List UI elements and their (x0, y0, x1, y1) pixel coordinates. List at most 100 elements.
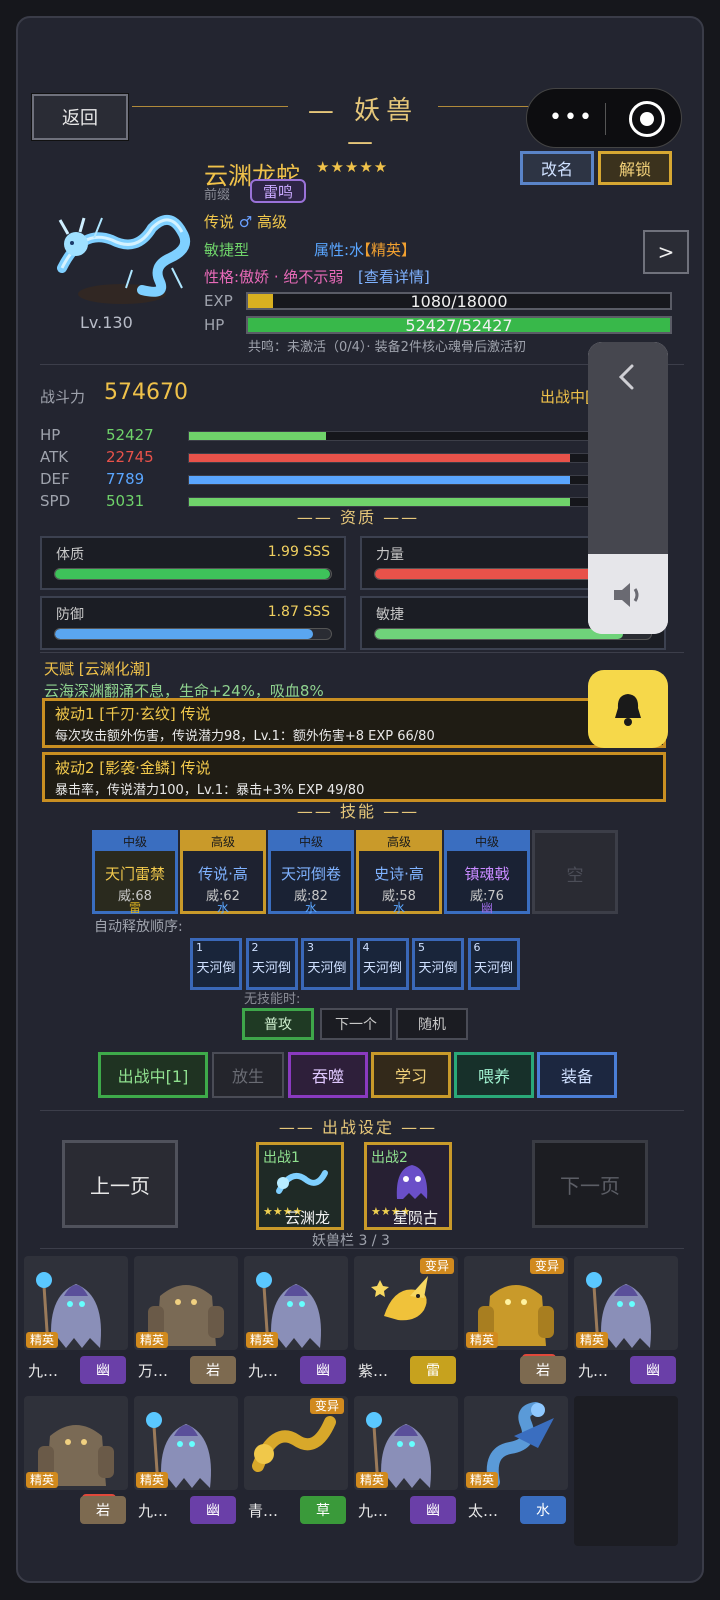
roster-cell[interactable]: 精英 九… 幽 (244, 1256, 348, 1406)
target-icon[interactable] (629, 101, 665, 137)
element-tag: 雷 (410, 1356, 456, 1384)
roster-cell[interactable]: 变异 青… 草 (244, 1396, 348, 1546)
element-tag: 幽 (410, 1496, 456, 1524)
auto-order-slot[interactable]: 3 天河倒 (301, 938, 353, 990)
rename-button[interactable]: 改名 (520, 151, 594, 185)
skill-slot[interactable]: 中级 镇魂戟 威:76 幽 (444, 830, 530, 915)
elite-tag: 精英 (576, 1332, 609, 1348)
order-skill-name: 天河倒 (251, 961, 291, 976)
auto-order-slot[interactable]: 4 天河倒 (356, 938, 409, 990)
devour-button[interactable]: 吞噬 (288, 1052, 368, 1098)
app-frame: 返回 — 妖兽 — ••• 改名 解锁 Lv.130 云渊龙蛇 ★★★★★ 前缀… (16, 16, 704, 1583)
aptitude-name: 体质 (56, 547, 84, 563)
aptitude-name: 防御 (56, 607, 84, 623)
elite-tag: 精英 (26, 1332, 59, 1348)
pet-stars: ★★★★★ (316, 158, 389, 176)
roster-cell[interactable]: 精英 九… 幽 (134, 1396, 238, 1546)
passive-skill-1[interactable]: 被动1 [千刃·玄纹] 传说 每次攻击额外伤害，传说潜力98，Lv.1：额外伤害… (42, 698, 666, 748)
auto-order-slot[interactable]: 5 天河倒 (412, 938, 464, 990)
hp-bar: 52427/52427 (246, 316, 672, 334)
skill-slot[interactable]: 高级 史诗·高 威:58 水 (356, 830, 442, 915)
learn-button[interactable]: 学习 (371, 1052, 451, 1098)
battle-title: 出战设定 (321, 1118, 394, 1137)
prev-page-button[interactable]: 上一页 (62, 1140, 178, 1228)
roster-cell[interactable]: 精英 九… 幽 (574, 1256, 678, 1406)
order-number: 1 (196, 941, 203, 954)
exp-bar: 1080/18000 (246, 292, 672, 310)
element-tag: 岩 (190, 1356, 236, 1384)
chevron-left-icon[interactable] (612, 362, 642, 392)
skill-slot[interactable]: 空 (532, 830, 618, 914)
feed-button[interactable]: 喂养 (454, 1052, 534, 1098)
mode-next[interactable]: 下一个 (320, 1008, 392, 1040)
skill-name: 史诗·高 (374, 865, 424, 883)
mutation-tag: 变异 (529, 1258, 564, 1274)
equip-button[interactable]: 装备 (537, 1052, 617, 1098)
roster-cell[interactable]: 精英变异词1岩 (464, 1256, 568, 1406)
roster-cell[interactable]: 精英 万… 岩 (134, 1256, 238, 1406)
mode-random[interactable]: 随机 (396, 1008, 468, 1040)
elite-tag: 精英 (356, 1472, 389, 1488)
skill-element: 水 (216, 901, 229, 915)
passive-title: 被动1 [千刃·玄纹] 传说 (55, 705, 211, 723)
roster-cell[interactable]: 变异 紫… 雷 (354, 1256, 458, 1406)
skill-grade: 中级 (95, 833, 175, 851)
grade: 高级 (257, 213, 288, 231)
roster-cell[interactable]: 精英 太… 水 (464, 1396, 568, 1546)
passive-desc: 暴击率，传说潜力100，Lv.1：暴击+3% EXP 49/80 (55, 783, 365, 798)
in-battle-button[interactable]: 出战中[1] (98, 1052, 208, 1098)
battle-slot-2[interactable]: 出战2 ★★★★ 星陨古 (364, 1142, 452, 1230)
elite-tag: 精英 (466, 1332, 499, 1348)
auto-order-label: 自动释放顺序: (94, 919, 183, 935)
order-number: 3 (307, 941, 314, 954)
exp-label: EXP (204, 292, 233, 310)
skill-element: 水 (304, 901, 317, 915)
element-tag: 幽 (190, 1496, 236, 1524)
roster-cell[interactable]: 精英词1岩 (24, 1396, 128, 1546)
passive-skill-2[interactable]: 被动2 [影袭·金鳞] 传说 暴击率，传说潜力100，Lv.1：暴击+3% EX… (42, 752, 666, 802)
skill-grade: 中级 (447, 833, 527, 851)
mini-program-capsule: ••• (526, 88, 682, 148)
view-details-link[interactable]: [查看详情] (358, 266, 430, 287)
skill-slot[interactable]: 高级 传说·高 威:62 水 (180, 830, 266, 915)
roster-name: 九… (578, 1362, 609, 1380)
skill-name: 天门雷禁 (104, 865, 165, 883)
auto-order-slot[interactable]: 6 天河倒 (467, 938, 520, 990)
mode-normal-attack[interactable]: 普攻 (242, 1008, 314, 1040)
roster-cell[interactable]: 精英九… 幽 (24, 1256, 128, 1406)
roster-name: 九… (28, 1362, 59, 1380)
aptitude-title-wrap: —— 资质 —— (296, 508, 420, 527)
roster-cell[interactable]: 精英 九… 幽 (354, 1396, 458, 1546)
resonance-status: 共鸣：未激活（0/4）· 装备2件核心魂骨后激活初 (248, 340, 526, 355)
next-pet-button[interactable]: > (643, 230, 689, 274)
element-tag: 岩 (80, 1496, 126, 1524)
stat-label: HP (40, 426, 61, 444)
next-page-button[interactable]: 下一页 (532, 1140, 648, 1228)
auto-order-slot[interactable]: 1 天河倒 (190, 938, 242, 990)
release-button[interactable]: 放生 (212, 1052, 284, 1098)
element-tag: 幽 (80, 1356, 126, 1384)
skill-element: 雷 (128, 901, 141, 915)
no-skill-label: 无技能时: (244, 992, 301, 1007)
more-dots-icon[interactable]: ••• (549, 107, 594, 129)
order-skill-name: 天河倒 (196, 961, 236, 976)
order-skill-name: 天河倒 (418, 961, 458, 976)
battle-slot-1[interactable]: 出战1 ★★★★ 云渊龙 (256, 1142, 344, 1230)
bell-button[interactable] (588, 670, 668, 748)
prefix-tag[interactable]: 雷鸣 (250, 179, 306, 203)
gender-icon: ♂ (238, 213, 253, 231)
hp-label: HP (204, 316, 225, 334)
floating-side-panel (588, 342, 668, 634)
aptitude-bar (54, 568, 332, 580)
unlock-button[interactable]: 解锁 (598, 151, 672, 185)
rarity: 传说 (204, 213, 235, 231)
pet-level: Lv.130 (80, 313, 133, 332)
stat-value: 22745 (106, 448, 154, 466)
back-button[interactable]: 返回 (31, 93, 129, 141)
roster-count: 妖兽栏 3 / 3 (312, 1233, 390, 1249)
auto-order-slot[interactable]: 2 天河倒 (245, 938, 298, 990)
stat-label: SPD (40, 492, 71, 510)
skill-slot[interactable]: 中级 天河倒卷 威:82 水 (268, 830, 354, 915)
skill-slot[interactable]: 中级 天门雷禁 威:68 雷 (92, 830, 178, 915)
speaker-icon[interactable] (610, 578, 646, 612)
